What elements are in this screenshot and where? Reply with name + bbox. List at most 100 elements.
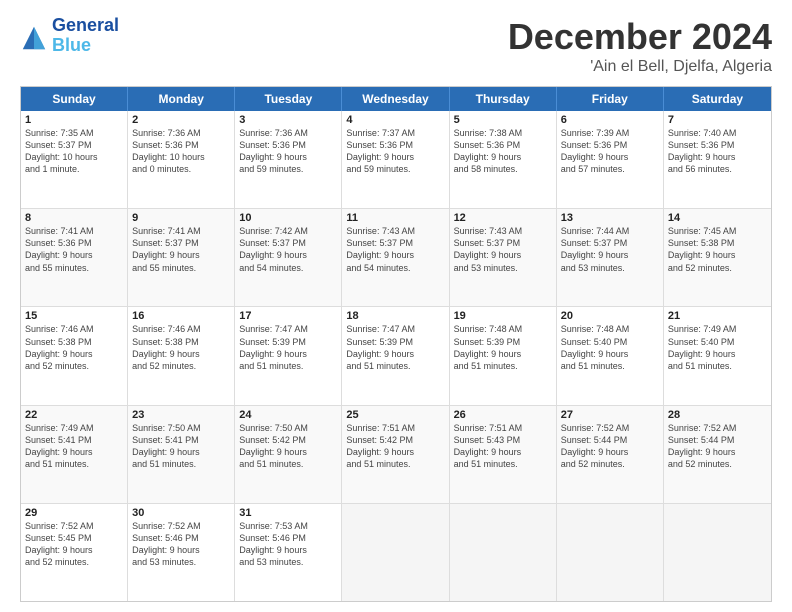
day-info: Sunrise: 7:42 AM Sunset: 5:37 PM Dayligh…	[239, 225, 337, 274]
logo-line1: General	[52, 16, 119, 36]
day-info: Sunrise: 7:46 AM Sunset: 5:38 PM Dayligh…	[25, 323, 123, 372]
cal-cell-empty	[664, 504, 771, 601]
cal-cell-day-21: 21Sunrise: 7:49 AM Sunset: 5:40 PM Dayli…	[664, 307, 771, 404]
weekday-header-sunday: Sunday	[21, 87, 128, 111]
cal-cell-day-1: 1Sunrise: 7:35 AM Sunset: 5:37 PM Daylig…	[21, 111, 128, 208]
day-info: Sunrise: 7:41 AM Sunset: 5:36 PM Dayligh…	[25, 225, 123, 274]
cal-cell-day-27: 27Sunrise: 7:52 AM Sunset: 5:44 PM Dayli…	[557, 406, 664, 503]
cal-cell-day-26: 26Sunrise: 7:51 AM Sunset: 5:43 PM Dayli…	[450, 406, 557, 503]
cal-cell-day-30: 30Sunrise: 7:52 AM Sunset: 5:46 PM Dayli…	[128, 504, 235, 601]
location-title: 'Ain el Bell, Djelfa, Algeria	[508, 58, 772, 76]
day-number: 25	[346, 409, 444, 421]
cal-cell-day-28: 28Sunrise: 7:52 AM Sunset: 5:44 PM Dayli…	[664, 406, 771, 503]
day-info: Sunrise: 7:36 AM Sunset: 5:36 PM Dayligh…	[132, 127, 230, 176]
day-info: Sunrise: 7:48 AM Sunset: 5:40 PM Dayligh…	[561, 323, 659, 372]
day-info: Sunrise: 7:49 AM Sunset: 5:41 PM Dayligh…	[25, 422, 123, 471]
day-info: Sunrise: 7:51 AM Sunset: 5:42 PM Dayligh…	[346, 422, 444, 471]
day-info: Sunrise: 7:47 AM Sunset: 5:39 PM Dayligh…	[346, 323, 444, 372]
day-number: 26	[454, 409, 552, 421]
cal-cell-day-15: 15Sunrise: 7:46 AM Sunset: 5:38 PM Dayli…	[21, 307, 128, 404]
weekday-header-tuesday: Tuesday	[235, 87, 342, 111]
cal-cell-empty	[450, 504, 557, 601]
cal-cell-day-16: 16Sunrise: 7:46 AM Sunset: 5:38 PM Dayli…	[128, 307, 235, 404]
cal-cell-day-18: 18Sunrise: 7:47 AM Sunset: 5:39 PM Dayli…	[342, 307, 449, 404]
day-number: 18	[346, 310, 444, 322]
cal-cell-day-4: 4Sunrise: 7:37 AM Sunset: 5:36 PM Daylig…	[342, 111, 449, 208]
weekday-header-wednesday: Wednesday	[342, 87, 449, 111]
day-number: 19	[454, 310, 552, 322]
month-title: December 2024	[508, 16, 772, 58]
day-info: Sunrise: 7:40 AM Sunset: 5:36 PM Dayligh…	[668, 127, 767, 176]
cal-row-4: 22Sunrise: 7:49 AM Sunset: 5:41 PM Dayli…	[21, 406, 771, 504]
day-number: 29	[25, 507, 123, 519]
cal-cell-day-6: 6Sunrise: 7:39 AM Sunset: 5:36 PM Daylig…	[557, 111, 664, 208]
day-info: Sunrise: 7:38 AM Sunset: 5:36 PM Dayligh…	[454, 127, 552, 176]
cal-row-1: 1Sunrise: 7:35 AM Sunset: 5:37 PM Daylig…	[21, 111, 771, 209]
cal-cell-day-23: 23Sunrise: 7:50 AM Sunset: 5:41 PM Dayli…	[128, 406, 235, 503]
cal-cell-empty	[342, 504, 449, 601]
cal-cell-day-12: 12Sunrise: 7:43 AM Sunset: 5:37 PM Dayli…	[450, 209, 557, 306]
weekday-header-saturday: Saturday	[664, 87, 771, 111]
day-number: 9	[132, 212, 230, 224]
cal-cell-day-24: 24Sunrise: 7:50 AM Sunset: 5:42 PM Dayli…	[235, 406, 342, 503]
day-number: 4	[346, 114, 444, 126]
page: General Blue December 2024 'Ain el Bell,…	[0, 0, 792, 612]
cal-cell-day-13: 13Sunrise: 7:44 AM Sunset: 5:37 PM Dayli…	[557, 209, 664, 306]
cal-cell-day-25: 25Sunrise: 7:51 AM Sunset: 5:42 PM Dayli…	[342, 406, 449, 503]
day-info: Sunrise: 7:53 AM Sunset: 5:46 PM Dayligh…	[239, 520, 337, 569]
day-number: 1	[25, 114, 123, 126]
day-number: 2	[132, 114, 230, 126]
day-number: 14	[668, 212, 767, 224]
day-number: 20	[561, 310, 659, 322]
day-number: 28	[668, 409, 767, 421]
day-number: 5	[454, 114, 552, 126]
day-number: 31	[239, 507, 337, 519]
cal-row-5: 29Sunrise: 7:52 AM Sunset: 5:45 PM Dayli…	[21, 504, 771, 601]
day-number: 11	[346, 212, 444, 224]
day-info: Sunrise: 7:49 AM Sunset: 5:40 PM Dayligh…	[668, 323, 767, 372]
cal-cell-day-10: 10Sunrise: 7:42 AM Sunset: 5:37 PM Dayli…	[235, 209, 342, 306]
cal-cell-day-17: 17Sunrise: 7:47 AM Sunset: 5:39 PM Dayli…	[235, 307, 342, 404]
logo-icon	[20, 24, 48, 52]
calendar: SundayMondayTuesdayWednesdayThursdayFrid…	[20, 86, 772, 602]
day-number: 10	[239, 212, 337, 224]
cal-cell-day-7: 7Sunrise: 7:40 AM Sunset: 5:36 PM Daylig…	[664, 111, 771, 208]
day-info: Sunrise: 7:43 AM Sunset: 5:37 PM Dayligh…	[346, 225, 444, 274]
day-number: 3	[239, 114, 337, 126]
cal-cell-day-8: 8Sunrise: 7:41 AM Sunset: 5:36 PM Daylig…	[21, 209, 128, 306]
day-info: Sunrise: 7:52 AM Sunset: 5:45 PM Dayligh…	[25, 520, 123, 569]
cal-cell-day-29: 29Sunrise: 7:52 AM Sunset: 5:45 PM Dayli…	[21, 504, 128, 601]
day-number: 12	[454, 212, 552, 224]
cal-row-3: 15Sunrise: 7:46 AM Sunset: 5:38 PM Dayli…	[21, 307, 771, 405]
day-info: Sunrise: 7:52 AM Sunset: 5:46 PM Dayligh…	[132, 520, 230, 569]
weekday-header-thursday: Thursday	[450, 87, 557, 111]
cal-cell-empty	[557, 504, 664, 601]
day-number: 17	[239, 310, 337, 322]
day-info: Sunrise: 7:44 AM Sunset: 5:37 PM Dayligh…	[561, 225, 659, 274]
day-info: Sunrise: 7:39 AM Sunset: 5:36 PM Dayligh…	[561, 127, 659, 176]
weekday-header-friday: Friday	[557, 87, 664, 111]
cal-cell-day-19: 19Sunrise: 7:48 AM Sunset: 5:39 PM Dayli…	[450, 307, 557, 404]
day-info: Sunrise: 7:43 AM Sunset: 5:37 PM Dayligh…	[454, 225, 552, 274]
calendar-header: SundayMondayTuesdayWednesdayThursdayFrid…	[21, 87, 771, 111]
day-number: 7	[668, 114, 767, 126]
day-info: Sunrise: 7:45 AM Sunset: 5:38 PM Dayligh…	[668, 225, 767, 274]
cal-cell-day-3: 3Sunrise: 7:36 AM Sunset: 5:36 PM Daylig…	[235, 111, 342, 208]
day-info: Sunrise: 7:52 AM Sunset: 5:44 PM Dayligh…	[561, 422, 659, 471]
day-number: 24	[239, 409, 337, 421]
day-number: 22	[25, 409, 123, 421]
day-info: Sunrise: 7:48 AM Sunset: 5:39 PM Dayligh…	[454, 323, 552, 372]
day-number: 30	[132, 507, 230, 519]
day-info: Sunrise: 7:52 AM Sunset: 5:44 PM Dayligh…	[668, 422, 767, 471]
day-info: Sunrise: 7:36 AM Sunset: 5:36 PM Dayligh…	[239, 127, 337, 176]
day-info: Sunrise: 7:37 AM Sunset: 5:36 PM Dayligh…	[346, 127, 444, 176]
day-number: 8	[25, 212, 123, 224]
cal-cell-day-5: 5Sunrise: 7:38 AM Sunset: 5:36 PM Daylig…	[450, 111, 557, 208]
cal-cell-day-22: 22Sunrise: 7:49 AM Sunset: 5:41 PM Dayli…	[21, 406, 128, 503]
cal-cell-day-14: 14Sunrise: 7:45 AM Sunset: 5:38 PM Dayli…	[664, 209, 771, 306]
logo-text: General Blue	[52, 16, 119, 56]
day-info: Sunrise: 7:41 AM Sunset: 5:37 PM Dayligh…	[132, 225, 230, 274]
day-info: Sunrise: 7:50 AM Sunset: 5:41 PM Dayligh…	[132, 422, 230, 471]
day-number: 15	[25, 310, 123, 322]
cal-cell-day-11: 11Sunrise: 7:43 AM Sunset: 5:37 PM Dayli…	[342, 209, 449, 306]
